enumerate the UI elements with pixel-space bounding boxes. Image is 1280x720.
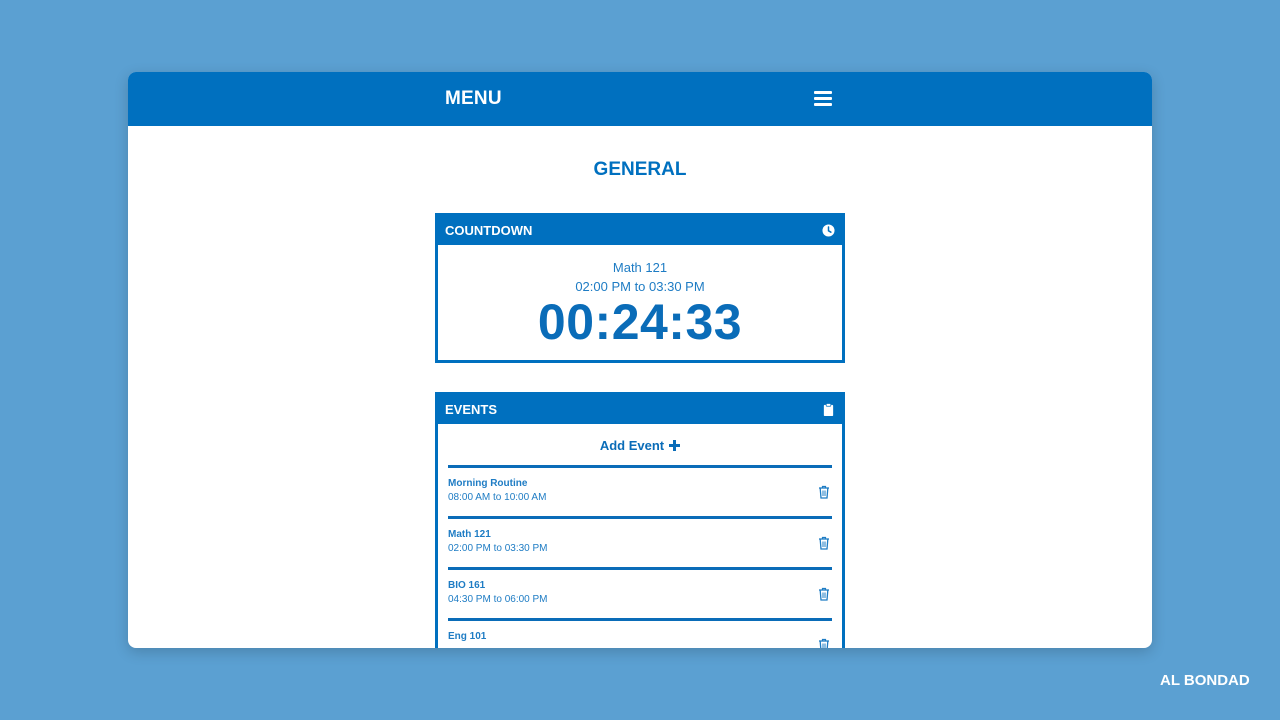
events-panel: EVENTS Add Event Morning Routine 08:00 A… xyxy=(435,392,845,648)
event-time: 04:30 PM to 06:00 PM xyxy=(448,594,548,605)
countdown-panel: COUNTDOWN Math 121 02:00 PM to 03:30 PM … xyxy=(435,213,845,363)
event-item[interactable]: Morning Routine 08:00 AM to 10:00 AM xyxy=(448,465,832,516)
events-header: EVENTS xyxy=(438,395,842,424)
trash-icon[interactable] xyxy=(818,536,830,550)
countdown-header: COUNTDOWN xyxy=(438,216,842,245)
add-event-label: Add Event xyxy=(599,438,665,453)
event-item[interactable]: Eng 101 xyxy=(448,618,832,648)
page-title: GENERAL xyxy=(593,159,687,180)
app-window: MENU GENERAL COUNTDOWN Math 121 02:00 PM… xyxy=(128,72,1152,648)
countdown-timer: 00:24:33 xyxy=(537,294,743,350)
event-item[interactable]: BIO 161 04:30 PM to 06:00 PM xyxy=(448,567,832,618)
clock-icon xyxy=(822,224,835,237)
hamburger-icon[interactable] xyxy=(814,90,832,106)
countdown-class-name: Math 121 xyxy=(612,260,668,275)
event-name: Math 121 xyxy=(448,529,491,540)
menu-title: MENU xyxy=(445,88,502,109)
event-name: Morning Routine xyxy=(448,478,528,489)
countdown-body: Math 121 02:00 PM to 03:30 PM 00:24:33 xyxy=(438,259,842,351)
countdown-title: COUNTDOWN xyxy=(445,223,533,238)
events-title: EVENTS xyxy=(445,402,498,417)
event-name: BIO 161 xyxy=(448,580,486,591)
trash-icon[interactable] xyxy=(818,485,830,499)
add-event-button[interactable]: Add Event xyxy=(438,438,842,453)
trash-icon[interactable] xyxy=(818,587,830,601)
author-watermark: AL BONDAD xyxy=(1160,672,1250,689)
event-list: Morning Routine 08:00 AM to 10:00 AM Mat… xyxy=(438,465,842,648)
trash-icon[interactable] xyxy=(818,638,830,648)
event-time: 02:00 PM to 03:30 PM xyxy=(448,543,548,554)
clipboard-icon xyxy=(823,403,834,416)
plus-icon xyxy=(669,440,681,451)
event-name: Eng 101 xyxy=(448,631,487,642)
top-nav-bar: MENU xyxy=(128,72,1152,126)
event-item[interactable]: Math 121 02:00 PM to 03:30 PM xyxy=(448,516,832,567)
event-time: 08:00 AM to 10:00 AM xyxy=(448,492,547,503)
